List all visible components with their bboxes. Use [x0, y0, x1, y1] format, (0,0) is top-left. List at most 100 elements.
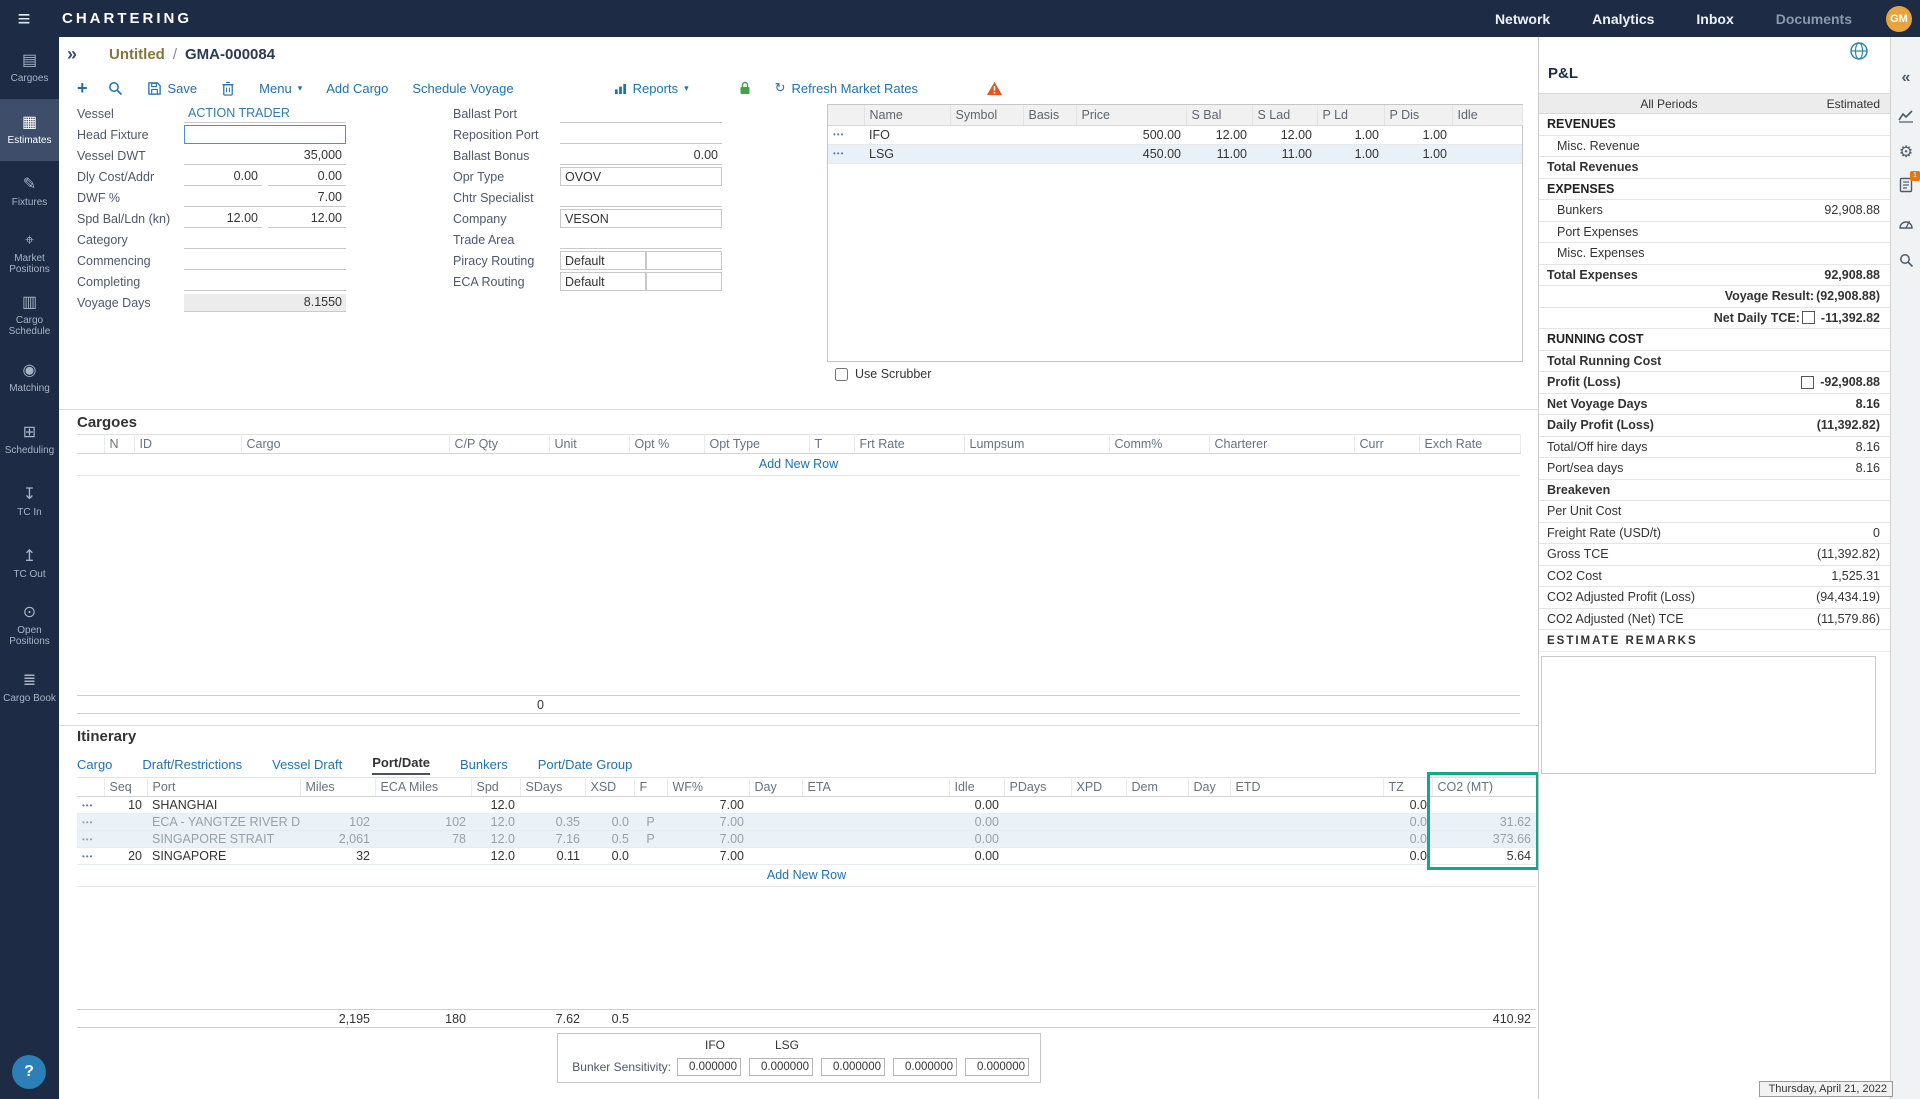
bunkers-column-header[interactable]: S Bal [1186, 105, 1252, 125]
itinerary-column-header[interactable]: Day [749, 778, 802, 797]
itinerary-row[interactable]: ••• SINGAPORE STRAIT 2,061 78 12.0 7.16 … [77, 831, 1536, 848]
cargoes-column-header[interactable]: ID [134, 435, 241, 454]
collapse-panel-icon[interactable]: « [1891, 64, 1920, 92]
bunkers-column-header[interactable]: P Ld [1317, 105, 1384, 125]
itinerary-column-header[interactable]: XSD [585, 778, 634, 797]
cargoes-column-header[interactable]: Frt Rate [854, 435, 964, 454]
estimate-remarks-input[interactable] [1541, 656, 1876, 774]
itinerary-tab[interactable]: Port/Date [372, 755, 430, 775]
sidebar-item[interactable]: ↧ TC In [0, 471, 59, 533]
itinerary-column-header[interactable]: TZ [1383, 778, 1432, 797]
itinerary-add-new-row-link[interactable]: Add New Row [77, 865, 1536, 887]
cargoes-column-header[interactable]: T [809, 435, 854, 454]
cargoes-column-header[interactable]: C/P Qty [449, 435, 549, 454]
sidebar-item[interactable]: ▥ Cargo Schedule [0, 285, 59, 347]
cargoes-column-header[interactable]: Opt Type [704, 435, 809, 454]
itinerary-row[interactable]: ••• ECA - YANGTZE RIVER DELTA 102 102 12… [77, 814, 1536, 831]
ballast-bonus-input[interactable] [560, 147, 722, 165]
bunker-sensitivity-input[interactable] [749, 1058, 813, 1076]
row-menu-icon[interactable]: ••• [77, 831, 104, 848]
addr-comm-input[interactable] [268, 168, 346, 186]
bunkers-column-header[interactable]: P Dis [1384, 105, 1452, 125]
vessel-input[interactable] [184, 105, 346, 123]
use-scrubber-checkbox[interactable] [835, 368, 848, 381]
pnl-period-selector[interactable]: All Periods [1539, 97, 1799, 111]
search-panel-icon[interactable] [1891, 246, 1920, 274]
piracy-routing-select[interactable] [560, 251, 646, 270]
opr-type-select[interactable] [560, 167, 722, 186]
cargoes-column-header[interactable]: Curr [1354, 435, 1419, 454]
pnl-row-checkbox[interactable] [1802, 311, 1815, 324]
search-button[interactable] [108, 81, 123, 96]
itinerary-column-header[interactable]: PDays [1004, 778, 1071, 797]
itinerary-column-header[interactable]: ECA Miles [375, 778, 471, 797]
top-nav-item[interactable]: Inbox [1696, 11, 1733, 27]
itinerary-tab[interactable]: Draft/Restrictions [142, 757, 242, 775]
bunkers-column-header[interactable]: Symbol [950, 105, 1023, 125]
dly-cost-input[interactable] [184, 168, 262, 186]
user-avatar[interactable]: GM [1886, 6, 1912, 32]
sidebar-item[interactable]: ⌖ Market Positions [0, 223, 59, 285]
eca-routing-select[interactable] [560, 272, 646, 291]
bunker-row[interactable]: ••• IFO 500.00 12.00 12.00 1.00 1.00 [828, 125, 1522, 144]
reposition-port-input[interactable] [560, 126, 722, 144]
cargoes-column-header[interactable]: N [104, 435, 134, 454]
reports-dropdown-button[interactable]: Reports▾ [614, 81, 689, 96]
bunker-row[interactable]: ••• LSG 450.00 11.00 11.00 1.00 1.00 [828, 144, 1522, 163]
top-nav-item[interactable]: Documents [1776, 11, 1852, 27]
itinerary-column-header[interactable]: CO2 (MT) [1432, 778, 1536, 797]
cargoes-column-header[interactable]: Unit [549, 435, 629, 454]
row-menu-icon[interactable]: ••• [77, 797, 104, 814]
itinerary-row[interactable]: ••• 20 SINGAPORE 32 12.0 0.11 0.0 7.00 0… [77, 848, 1536, 865]
sidebar-item[interactable]: ≣ Cargo Book [0, 657, 59, 719]
itinerary-column-header[interactable]: SDays [520, 778, 585, 797]
completing-input[interactable] [184, 273, 346, 291]
settings-gear-icon[interactable]: ⚙ [1891, 138, 1920, 166]
bunkers-column-header[interactable]: Basis [1023, 105, 1076, 125]
cargoes-column-header[interactable]: Lumpsum [964, 435, 1109, 454]
itinerary-tab[interactable]: Port/Date Group [538, 757, 633, 775]
schedule-voyage-button[interactable]: Schedule Voyage [412, 81, 513, 96]
trade-area-input[interactable] [560, 231, 722, 249]
sidebar-item[interactable]: ✎ Fixtures [0, 161, 59, 223]
spd-ballast-input[interactable] [184, 210, 262, 228]
add-cargo-button[interactable]: Add Cargo [326, 81, 388, 96]
itinerary-column-header[interactable]: Spd [471, 778, 520, 797]
top-nav-item[interactable]: Analytics [1592, 11, 1654, 27]
bunker-sensitivity-input[interactable] [821, 1058, 885, 1076]
itinerary-column-header[interactable]: Seq [104, 778, 147, 797]
itinerary-tab[interactable]: Vessel Draft [272, 757, 342, 775]
spd-laden-input[interactable] [268, 210, 346, 228]
row-menu-icon[interactable]: ••• [828, 125, 864, 144]
sidebar-item[interactable]: ◉ Matching [0, 347, 59, 409]
itinerary-column-header[interactable]: Idle [949, 778, 1004, 797]
pnl-row-checkbox[interactable] [1801, 376, 1814, 389]
cargoes-column-header[interactable]: Exch Rate [1419, 435, 1520, 454]
itinerary-column-header[interactable]: ETA [802, 778, 949, 797]
help-button[interactable]: ? [12, 1055, 46, 1089]
validation-warning-button[interactable] [986, 81, 1003, 96]
save-button[interactable]: Save [147, 81, 198, 96]
itinerary-column-header[interactable]: WF% [667, 778, 749, 797]
menu-dropdown-button[interactable]: Menu▾ [259, 81, 302, 96]
sidebar-item[interactable]: ▤ Cargoes [0, 37, 59, 99]
itinerary-column-header[interactable]: Miles [300, 778, 375, 797]
eca-routing-extra-input[interactable] [646, 272, 722, 291]
bunkers-column-header[interactable]: Price [1076, 105, 1186, 125]
category-input[interactable] [184, 231, 346, 249]
bunker-sensitivity-input[interactable] [893, 1058, 957, 1076]
itinerary-column-header[interactable]: Dem [1126, 778, 1188, 797]
cargoes-column-header[interactable]: Cargo [241, 435, 449, 454]
sidebar-item[interactable]: ⊙ Open Positions [0, 595, 59, 657]
itinerary-row[interactable]: ••• 10 SHANGHAI 12.0 7.00 0.00 [77, 797, 1536, 814]
itinerary-column-header[interactable]: XPD [1071, 778, 1126, 797]
sidebar-item[interactable]: ▦ Estimates [0, 99, 59, 161]
itinerary-column-header[interactable]: ETD [1230, 778, 1383, 797]
new-estimate-button[interactable]: + [77, 78, 88, 99]
bunkers-column-header[interactable]: Idle [1452, 105, 1522, 125]
sidebar-item[interactable]: ⊞ Scheduling [0, 409, 59, 471]
expand-panel-icon[interactable]: » [67, 44, 77, 65]
company-select[interactable] [560, 209, 722, 228]
hamburger-menu-icon[interactable]: ≡ [0, 0, 48, 37]
globe-icon[interactable] [1849, 41, 1869, 61]
